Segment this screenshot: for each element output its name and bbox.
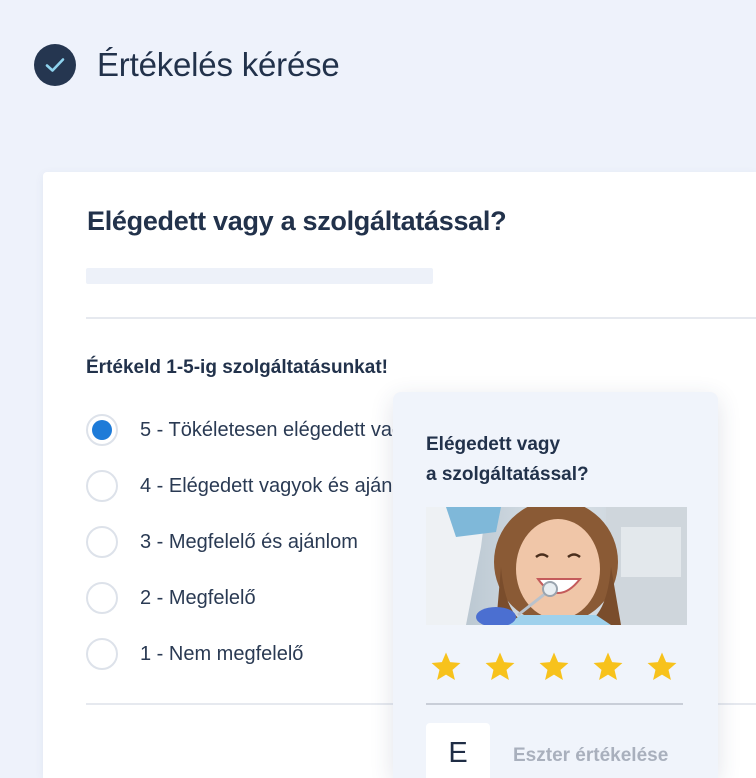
rating-option-1[interactable]: 1 - Nem megfelelő <box>86 638 303 670</box>
page-title: Értékelés kérése <box>97 46 340 83</box>
radio-button[interactable] <box>86 582 118 614</box>
option-label: 4 - Elégedett vagyok és ajánlom <box>140 474 425 497</box>
review-card-title: Elégedett vagy a szolgáltatással? <box>426 430 666 490</box>
radio-button[interactable] <box>86 526 118 558</box>
star-icon[interactable] <box>483 650 517 684</box>
check-icon <box>34 44 76 86</box>
star-icon[interactable] <box>537 650 571 684</box>
rating-question: Értékeld 1-5-ig szolgáltatásunkat! <box>86 357 388 378</box>
rating-option-5[interactable]: 5 - Tökéletesen elégedett vagyok <box>86 414 434 446</box>
dental-photo <box>426 507 687 625</box>
review-card: Elégedett vagy a szolgáltatással? E Eszt… <box>393 392 718 778</box>
review-title-line: a szolgáltatással? <box>426 464 589 485</box>
divider <box>426 703 683 705</box>
header: Értékelés kérése <box>34 44 340 86</box>
radio-button[interactable] <box>86 470 118 502</box>
skeleton-placeholder <box>86 268 433 284</box>
star-icon[interactable] <box>591 650 625 684</box>
reviewer-label: Eszter értékelése <box>513 745 669 766</box>
radio-button[interactable] <box>86 638 118 670</box>
option-label: 1 - Nem megfelelő <box>140 642 304 665</box>
option-label: 5 - Tökéletesen elégedett vagyok <box>140 418 435 441</box>
radio-selected-dot <box>92 420 112 440</box>
option-label: 3 - Megfelelő és ajánlom <box>140 530 358 553</box>
survey-title: Elégedett vagy a szolgáltatással? <box>87 206 507 236</box>
rating-option-2[interactable]: 2 - Megfelelő <box>86 582 256 614</box>
divider <box>86 317 756 319</box>
star-icon[interactable] <box>429 650 463 684</box>
star-rating[interactable] <box>429 650 699 684</box>
star-icon[interactable] <box>645 650 679 684</box>
review-title-line: Elégedett vagy <box>426 434 561 455</box>
rating-option-4[interactable]: 4 - Elégedett vagyok és ajánlom <box>86 470 425 502</box>
radio-button[interactable] <box>86 414 118 446</box>
rating-option-3[interactable]: 3 - Megfelelő és ajánlom <box>86 526 358 558</box>
option-label: 2 - Megfelelő <box>140 586 256 609</box>
avatar: E <box>426 723 490 778</box>
